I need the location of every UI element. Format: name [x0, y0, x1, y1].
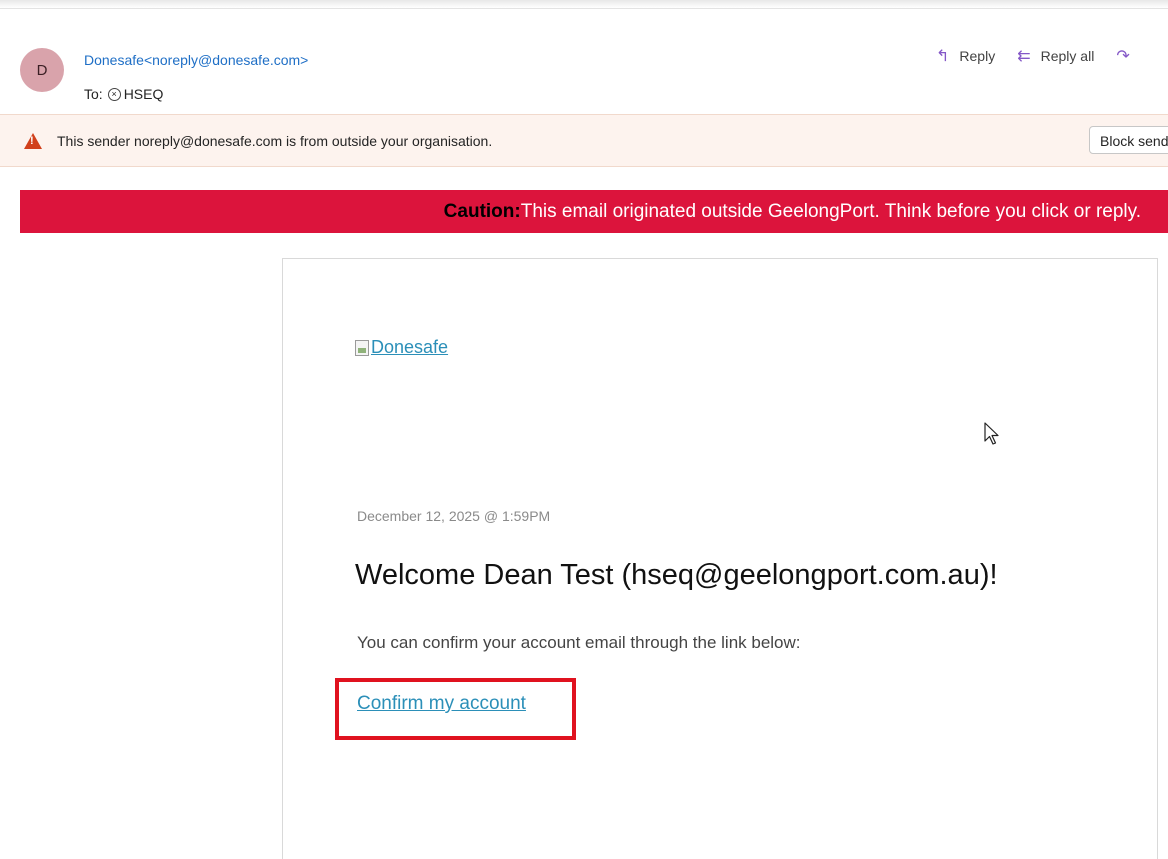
reply-label: Reply [959, 48, 996, 64]
warning-text: This sender noreply@donesafe.com is from… [57, 133, 493, 149]
forward-icon[interactable]: ↷ [1116, 46, 1129, 66]
warning-icon [24, 133, 42, 149]
external-sender-warning: This sender noreply@donesafe.com is from… [0, 114, 1168, 167]
sender-name[interactable]: Donesafe [84, 52, 144, 68]
block-sender-button[interactable]: Block sender [1089, 126, 1168, 154]
reply-icon: ↰ [936, 48, 950, 65]
recipient-line: To: × HSEQ [84, 86, 163, 102]
caution-label: Caution: [443, 201, 521, 222]
reply-all-label: Reply all [1040, 48, 1095, 64]
welcome-heading: Welcome Dean Test (hseq@geelongport.com.… [355, 559, 998, 591]
broken-image-icon [355, 339, 369, 356]
message-actions: ↰ Reply ⇇ Reply all ↷ [936, 46, 1130, 66]
sender-address[interactable]: <noreply@donesafe.com> [144, 52, 308, 68]
confirm-account-link[interactable]: Confirm my account [357, 693, 526, 715]
reply-all-button[interactable]: ⇇ Reply all [1017, 46, 1094, 66]
email-body-card: Donesafe December 12, 2025 @ 1:59PM Welc… [282, 258, 1158, 859]
reply-all-icon: ⇇ [1017, 48, 1031, 65]
caution-banner: Caution:This email originated outside Ge… [20, 190, 1168, 233]
reply-button[interactable]: ↰ Reply [936, 46, 995, 66]
top-bar [0, 0, 1168, 9]
remove-circle-icon: × [107, 87, 121, 101]
caution-text: This email originated outside GeelongPor… [520, 201, 1141, 222]
logo-alt-text: Donesafe [371, 337, 449, 357]
recipient-name[interactable]: HSEQ [124, 86, 164, 102]
email-date: December 12, 2025 @ 1:59PM [357, 508, 551, 524]
avatar[interactable]: D [20, 48, 64, 92]
instruction-text: You can confirm your account email throu… [357, 633, 801, 652]
sender[interactable]: Donesafe<noreply@donesafe.com> [84, 52, 308, 68]
email-header: D Donesafe<noreply@donesafe.com> To: × H… [0, 30, 1168, 110]
donesafe-logo-link[interactable]: Donesafe [355, 337, 448, 358]
to-label: To: [84, 86, 103, 102]
